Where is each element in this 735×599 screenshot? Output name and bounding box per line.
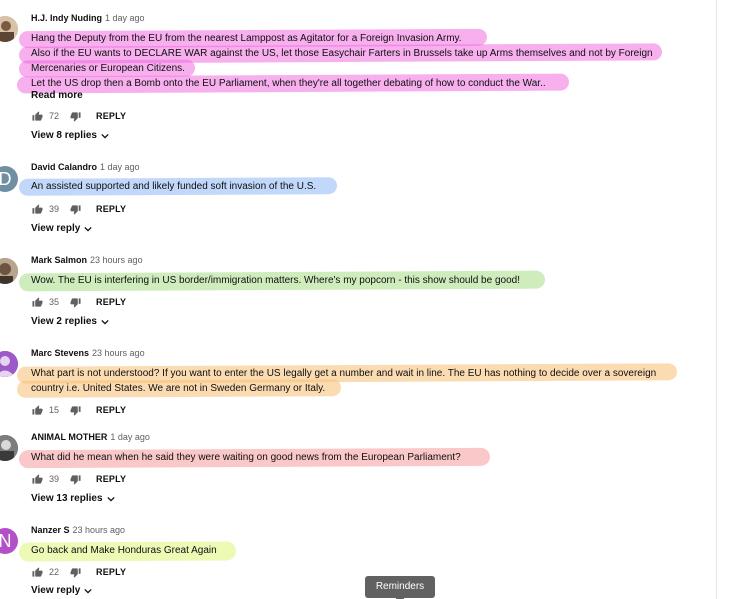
thumbs-up-icon[interactable] bbox=[31, 203, 44, 216]
timestamp[interactable]: 1 day ago bbox=[105, 13, 145, 23]
comment-header: Nanzer S 23 hours ago bbox=[31, 525, 125, 535]
comment-line: An assisted supported and likely funded … bbox=[18, 177, 338, 196]
timestamp[interactable]: 1 day ago bbox=[100, 162, 140, 172]
comments-panel: H.J. Indy Nuding 1 day ago Hang the Deput… bbox=[0, 0, 717, 599]
comment-line: Go back and Make Honduras Great Again bbox=[18, 541, 237, 562]
avatar[interactable] bbox=[0, 435, 18, 461]
comment-text: What part is not understood? If you want… bbox=[16, 363, 678, 398]
comment-text: Hang the Deputy from the EU from the nea… bbox=[16, 28, 663, 94]
comment-line: Let the US drop then a Bomb onto the EU … bbox=[16, 73, 653, 94]
reply-button[interactable]: REPLY bbox=[96, 474, 126, 484]
thumbs-up-icon[interactable] bbox=[31, 566, 44, 579]
thumbs-up-icon[interactable] bbox=[31, 296, 44, 309]
avatar[interactable] bbox=[0, 258, 18, 284]
thumbs-up-icon[interactable] bbox=[31, 404, 44, 417]
like-count: 35 bbox=[49, 297, 60, 307]
comment-actions: 35 REPLY bbox=[31, 295, 126, 309]
author-name[interactable]: ANIMAL MOTHER bbox=[31, 432, 107, 442]
timestamp[interactable]: 1 day ago bbox=[110, 432, 150, 442]
comment-text: Go back and Make Honduras Great Again bbox=[18, 541, 237, 562]
like-count: 72 bbox=[49, 111, 60, 121]
like-count: 39 bbox=[49, 204, 60, 214]
like-count: 22 bbox=[49, 567, 60, 577]
thumbs-down-icon[interactable] bbox=[69, 203, 82, 216]
comment-header: David Calandro 1 day ago bbox=[31, 162, 140, 172]
comment-actions: 22 REPLY bbox=[31, 565, 126, 579]
timestamp[interactable]: 23 hours ago bbox=[73, 525, 126, 535]
like-count: 39 bbox=[49, 474, 60, 484]
comment-header: Mark Salmon 23 hours ago bbox=[31, 255, 143, 265]
thumbs-down-icon[interactable] bbox=[69, 473, 82, 486]
avatar[interactable]: D bbox=[0, 166, 18, 192]
reply-button[interactable]: REPLY bbox=[96, 297, 126, 307]
comment-text: An assisted supported and likely funded … bbox=[18, 177, 338, 196]
chevron-down-icon bbox=[106, 496, 115, 502]
view-replies-label: View reply bbox=[31, 585, 81, 596]
author-name[interactable]: David Calandro bbox=[31, 162, 97, 172]
author-name[interactable]: Marc Stevens bbox=[31, 348, 89, 358]
view-replies-label: View 13 replies bbox=[31, 493, 103, 504]
reply-button[interactable]: REPLY bbox=[96, 111, 126, 121]
comment-text: What did he mean when he said they were … bbox=[18, 447, 491, 469]
chevron-down-icon bbox=[101, 133, 109, 139]
comment-line: What did he mean when he said they were … bbox=[18, 447, 491, 469]
comment-actions: 39 REPLY bbox=[31, 202, 126, 216]
like-count: 15 bbox=[49, 405, 60, 415]
thumbs-down-icon[interactable] bbox=[69, 110, 82, 123]
view-replies-button[interactable]: View 2 replies bbox=[31, 316, 109, 327]
comment-line: Also if the EU wants to DECLARE WAR agai… bbox=[18, 43, 663, 64]
author-name[interactable]: H.J. Indy Nuding bbox=[31, 13, 102, 23]
thumbs-down-icon[interactable] bbox=[69, 296, 82, 309]
timestamp[interactable]: 23 hours ago bbox=[90, 255, 143, 265]
comment-text: Wow. The EU is interfering in US border/… bbox=[18, 270, 546, 292]
reply-button[interactable]: REPLY bbox=[96, 405, 126, 415]
comment-line: Wow. The EU is interfering in US border/… bbox=[18, 270, 546, 292]
author-name[interactable]: Nanzer S bbox=[31, 525, 70, 535]
avatar[interactable]: N bbox=[0, 528, 18, 554]
view-replies-button[interactable]: View reply bbox=[31, 585, 92, 596]
comment-header: H.J. Indy Nuding 1 day ago bbox=[31, 13, 145, 23]
avatar[interactable] bbox=[0, 16, 18, 42]
reply-button[interactable]: REPLY bbox=[96, 204, 126, 214]
chevron-down-icon bbox=[84, 588, 92, 594]
chevron-down-icon bbox=[84, 226, 92, 232]
thumbs-down-icon[interactable] bbox=[69, 404, 82, 417]
view-replies-button[interactable]: View 8 replies bbox=[31, 130, 109, 141]
reminders-tooltip: Reminders bbox=[365, 576, 435, 598]
thumbs-up-icon[interactable] bbox=[31, 473, 44, 486]
comment-line: Hang the Deputy from the EU from the nea… bbox=[18, 28, 653, 49]
comment-actions: 39 REPLY bbox=[31, 472, 126, 486]
thumbs-up-icon[interactable] bbox=[31, 110, 44, 123]
view-replies-button[interactable]: View 13 replies bbox=[31, 493, 115, 504]
comment-line: Mercenaries or European Citizens. bbox=[18, 59, 653, 78]
chevron-down-icon bbox=[101, 319, 109, 325]
thumbs-down-icon[interactable] bbox=[69, 566, 82, 579]
view-replies-label: View reply bbox=[31, 223, 81, 234]
view-replies-label: View 2 replies bbox=[31, 316, 97, 327]
reply-button[interactable]: REPLY bbox=[96, 567, 126, 577]
read-more-link[interactable]: Read more bbox=[31, 90, 83, 101]
comment-actions: 15 REPLY bbox=[31, 403, 126, 417]
timestamp[interactable]: 23 hours ago bbox=[92, 348, 145, 358]
comment-header: Marc Stevens 23 hours ago bbox=[31, 348, 145, 358]
comment-actions: 72 REPLY bbox=[31, 109, 126, 123]
comment-header: ANIMAL MOTHER 1 day ago bbox=[31, 432, 150, 442]
avatar[interactable] bbox=[0, 351, 18, 377]
comment-line: What part is not understood? If you want… bbox=[16, 363, 678, 384]
author-name[interactable]: Mark Salmon bbox=[31, 255, 87, 265]
view-replies-label: View 8 replies bbox=[31, 130, 97, 141]
comment-line: country i.e. United States. We are not i… bbox=[16, 379, 656, 398]
view-replies-button[interactable]: View reply bbox=[31, 223, 92, 234]
